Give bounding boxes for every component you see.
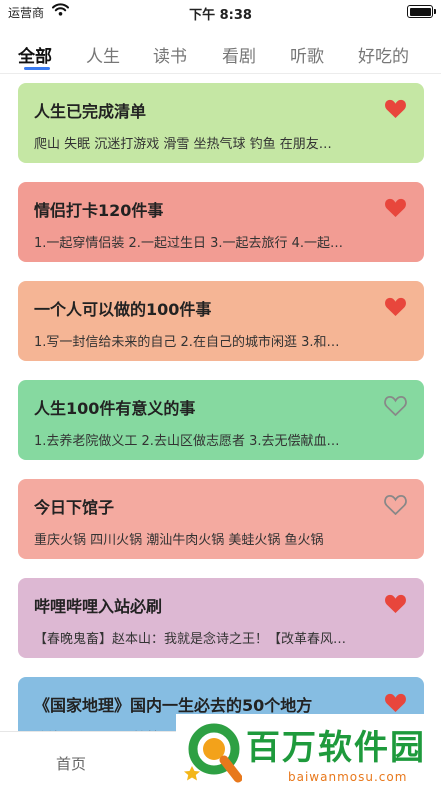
card-items: 爬山 失眠 沉迷打游戏 滑雪 坐热气球 钓鱼 在朋友…	[34, 137, 332, 152]
tabs-divider	[0, 73, 441, 74]
card-title: 今日下馆子	[34, 498, 115, 517]
card-title: 一个人可以做的100件事	[34, 300, 212, 319]
heart-outline-icon[interactable]	[384, 494, 407, 515]
battery-icon	[407, 5, 436, 18]
heart-filled-icon[interactable]	[384, 692, 407, 713]
category-tabs: 全部 人生 读书 看剧 听歌 好吃的	[0, 36, 441, 74]
card-items: 1.一起穿情侣装 2.一起过生日 3.一起去旅行 4.一起…	[34, 236, 344, 251]
watermark-logo: 百万软件园 baiwanmosu.com	[176, 714, 441, 791]
card-title: 《国家地理》国内一生必去的50个地方	[34, 696, 313, 715]
watermark-logo-icon	[184, 723, 242, 783]
watermark-url: baiwanmosu.com	[288, 770, 408, 784]
tab-life[interactable]: 人生	[86, 42, 120, 67]
heart-filled-icon[interactable]	[384, 197, 407, 218]
list-card[interactable]: 一个人可以做的100件事 1.写一封信给未来的自己 2.在自己的城市闲逛 3.和…	[18, 281, 424, 361]
active-tab-indicator	[24, 67, 50, 70]
tab-dramas[interactable]: 看剧	[222, 42, 256, 67]
list-card[interactable]: 今日下馆子 重庆火锅 四川火锅 潮汕牛肉火锅 美蛙火锅 鱼火锅	[18, 479, 424, 559]
card-title: 人生100件有意义的事	[34, 399, 196, 418]
tab-music[interactable]: 听歌	[290, 42, 324, 67]
heart-filled-icon[interactable]	[384, 593, 407, 614]
tab-home[interactable]: 首页	[56, 753, 86, 774]
heart-filled-icon[interactable]	[384, 296, 407, 317]
card-items: 重庆火锅 四川火锅 潮汕牛肉火锅 美蛙火锅 鱼火锅	[34, 533, 324, 548]
tab-all[interactable]: 全部	[18, 42, 52, 67]
tab-books[interactable]: 读书	[153, 42, 187, 67]
card-items: 1.写一封信给未来的自己 2.在自己的城市闲逛 3.和…	[34, 335, 340, 350]
list-card[interactable]: 人生100件有意义的事 1.去养老院做义工 2.去山区做志愿者 3.去无偿献血…	[18, 380, 424, 460]
status-bar: 运营商 下午 8:38	[0, 0, 441, 24]
list-card[interactable]: 情侣打卡120件事 1.一起穿情侣装 2.一起过生日 3.一起去旅行 4.一起…	[18, 182, 424, 262]
heart-outline-icon[interactable]	[384, 395, 407, 416]
status-time: 下午 8:38	[189, 8, 252, 23]
card-title: 情侣打卡120件事	[34, 201, 164, 220]
card-items: 【春晚鬼畜】赵本山：我就是念诗之王！【改革春风…	[34, 632, 347, 647]
card-items: 1.去养老院做义工 2.去山区做志愿者 3.去无偿献血…	[34, 434, 340, 449]
heart-filled-icon[interactable]	[384, 98, 407, 119]
card-title: 人生已完成清单	[34, 102, 147, 121]
list-card[interactable]: 哔哩哔哩入站必刷 【春晚鬼畜】赵本山：我就是念诗之王！【改革春风…	[18, 578, 424, 658]
watermark-title: 百万软件园	[246, 728, 426, 768]
list-card[interactable]: 人生已完成清单 爬山 失眠 沉迷打游戏 滑雪 坐热气球 钓鱼 在朋友…	[18, 83, 424, 163]
tab-food[interactable]: 好吃的	[358, 42, 409, 67]
card-title: 哔哩哔哩入站必刷	[34, 597, 163, 616]
